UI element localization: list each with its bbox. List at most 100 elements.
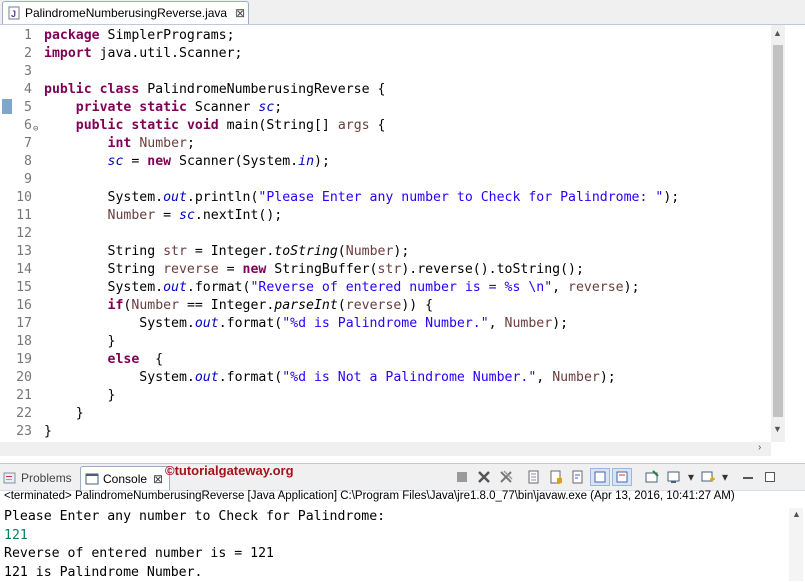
code-line: 18 } (0, 333, 679, 351)
remove-launch-icon[interactable] (474, 468, 494, 486)
code-token: out (163, 190, 187, 205)
code-line: 2import java.util.Scanner; (0, 45, 679, 63)
pin-console-icon[interactable] (642, 468, 662, 486)
scrollbar-thumb[interactable] (773, 45, 783, 417)
code-line: 11 Number = sc.nextInt(); (0, 207, 679, 225)
code-token: sc (258, 100, 274, 115)
show-on-output-icon[interactable] (590, 468, 610, 486)
code-token: private (76, 100, 132, 115)
tab-console[interactable]: Console ⊠ (80, 466, 170, 490)
code-token: static (131, 118, 179, 133)
scroll-down-icon[interactable]: ▼ (773, 424, 782, 434)
code-token: package (44, 28, 100, 43)
code-token: Number (131, 298, 179, 313)
code-token: reverse (568, 280, 624, 295)
code-token: System. (44, 370, 195, 385)
close-icon[interactable]: ⊠ (235, 6, 245, 20)
code-token: { (139, 352, 163, 367)
console-line: Please Enter any number to Check for Pal… (4, 508, 385, 527)
word-wrap-icon[interactable] (568, 468, 588, 486)
code-line: 19 else { (0, 351, 679, 369)
code-token: Number (346, 244, 394, 259)
code-token: .format( (219, 316, 283, 331)
chevron-down-icon[interactable]: ▾ (686, 468, 696, 486)
display-console-icon[interactable] (664, 468, 684, 486)
scroll-up-icon[interactable]: ▲ (773, 28, 782, 38)
show-on-error-icon[interactable] (612, 468, 632, 486)
code-token: "Reverse of entered number is = %s \n" (250, 280, 552, 295)
line-number: 8 (0, 153, 44, 171)
code-token: ).reverse().toString(); (401, 262, 584, 277)
code-token (44, 208, 108, 223)
code-token: void (187, 118, 219, 133)
code-editor[interactable]: 1package SimplerPrograms;2import java.ut… (0, 25, 805, 458)
line-number: 23 (0, 423, 44, 441)
scroll-up-icon[interactable]: ▲ (792, 509, 801, 519)
problems-icon (3, 471, 17, 485)
horizontal-scrollbar[interactable]: › (0, 442, 771, 456)
code-token: new (147, 154, 171, 169)
code-token: "Please Enter any number to Check for Pa… (258, 190, 663, 205)
line-number: 19 (0, 351, 44, 369)
code-line: 15 System.out.format("Reverse of entered… (0, 279, 679, 297)
line-number: 1 (0, 27, 44, 45)
scroll-right-icon[interactable]: › (758, 442, 761, 453)
code-token: = (123, 154, 147, 169)
code-line: 22 } (0, 405, 679, 423)
code-token: .println( (187, 190, 258, 205)
code-token: , (552, 280, 568, 295)
code-token: Scanner(System. (171, 154, 298, 169)
clear-console-icon[interactable] (524, 468, 544, 486)
open-console-icon[interactable] (698, 468, 718, 486)
code-token: Number (139, 136, 187, 151)
code-token: class (100, 82, 140, 97)
code-token: int (108, 136, 132, 151)
code-token: )) { (401, 298, 433, 313)
scroll-lock-icon[interactable] (546, 468, 566, 486)
code-token: ( (338, 298, 346, 313)
code-token: , (489, 316, 505, 331)
chevron-down-icon[interactable]: ▾ (720, 468, 730, 486)
code-token (44, 352, 108, 367)
line-number: 3 (0, 63, 44, 81)
code-token: ); (314, 154, 330, 169)
code-line: 1package SimplerPrograms; (0, 27, 679, 45)
line-number: 22 (0, 405, 44, 423)
line-number: 12 (0, 225, 44, 243)
code-token: public (76, 118, 124, 133)
minimize-icon[interactable] (738, 468, 758, 486)
code-token: reverse (163, 262, 219, 277)
editor-tab[interactable]: J PalindromeNumberusingReverse.java ⊠ (2, 1, 249, 24)
code-token: .nextInt(); (195, 208, 282, 223)
console-scrollbar[interactable]: ▲ (789, 508, 803, 581)
code-token: , (536, 370, 552, 385)
console-output[interactable]: Please Enter any number to Check for Pal… (4, 508, 385, 582)
code-token: String (44, 244, 163, 259)
code-token: ; (274, 100, 282, 115)
line-number: 16 (0, 297, 44, 315)
code-token: else (108, 352, 140, 367)
code-token: } (44, 424, 52, 439)
console-close-icon[interactable]: ⊠ (153, 472, 163, 486)
line-number: 21 (0, 387, 44, 405)
code-token: import (44, 46, 92, 61)
code-line: 7 int Number; (0, 135, 679, 153)
code-token: Scanner (187, 100, 258, 115)
line-number: 7 (0, 135, 44, 153)
console-line: Reverse of entered number is = 121 (4, 545, 385, 564)
tab-problems[interactable]: Problems (3, 468, 72, 488)
vertical-scrollbar[interactable]: ▲ ▼ (771, 25, 785, 442)
remove-all-icon[interactable] (496, 468, 516, 486)
code-token: ); (552, 316, 568, 331)
code-token: ); (600, 370, 616, 385)
line-number: 15 (0, 279, 44, 297)
tab-console-label: Console (103, 472, 147, 486)
maximize-icon[interactable] (760, 468, 780, 486)
code-token (44, 136, 108, 151)
code-token (44, 154, 108, 169)
code-line: 14 String reverse = new StringBuffer(str… (0, 261, 679, 279)
code-lines: 1package SimplerPrograms;2import java.ut… (0, 27, 679, 441)
code-token: = Integer. (187, 244, 274, 259)
code-token: System. (44, 190, 163, 205)
terminate-icon[interactable] (452, 468, 472, 486)
